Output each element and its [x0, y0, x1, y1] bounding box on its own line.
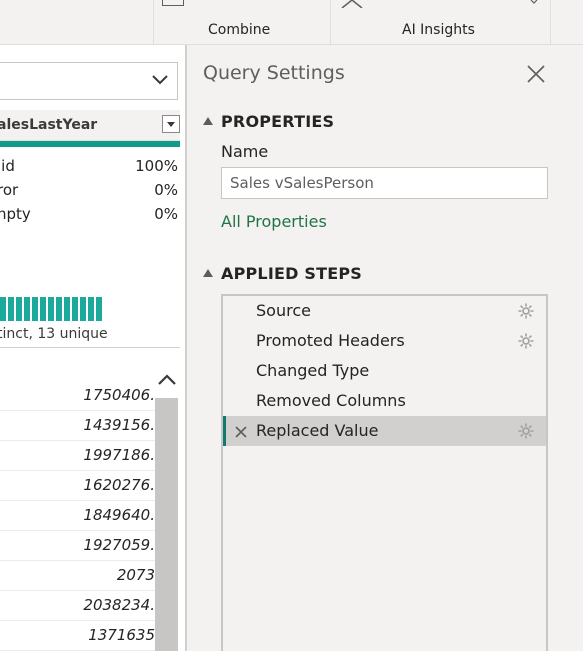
- column-quality-bar: [0, 141, 180, 147]
- collapse-triangle-icon[interactable]: [203, 269, 213, 277]
- chevron-down-icon[interactable]: [530, 0, 538, 6]
- ai-insights-icon[interactable]: [340, 0, 364, 8]
- quality-label: ror: [0, 181, 19, 199]
- table-row[interactable]: 1849640.: [0, 500, 155, 531]
- table-row[interactable]: 1750406.: [0, 380, 155, 411]
- quality-label: npty: [0, 205, 31, 223]
- query-dropdown[interactable]: [0, 62, 178, 100]
- close-icon[interactable]: [525, 63, 547, 85]
- cell-value: 1997186.: [83, 446, 155, 464]
- delete-step-icon[interactable]: [234, 424, 248, 443]
- quality-value: 100%: [135, 157, 178, 175]
- applied-step-label: Replaced Value: [256, 421, 379, 440]
- applied-step-item[interactable]: Promoted Headers: [223, 326, 546, 356]
- gear-icon[interactable]: [517, 422, 535, 444]
- cell-value: 1927059.: [83, 536, 155, 554]
- selected-step-indicator: [223, 416, 226, 446]
- table-row[interactable]: 1927059.: [0, 530, 155, 561]
- applied-step-label: Removed Columns: [256, 391, 406, 410]
- cell-value: 2038234.: [83, 596, 155, 614]
- histogram-bar[interactable]: [64, 297, 70, 321]
- applied-step-item[interactable]: Removed Columns: [223, 386, 546, 416]
- applied-step-label: Changed Type: [256, 361, 370, 380]
- quality-label: lid: [0, 157, 15, 175]
- collapse-triangle-icon[interactable]: [203, 117, 213, 125]
- column-filter-button[interactable]: [162, 115, 180, 133]
- column-header-label: alesLastYear: [0, 117, 98, 133]
- applied-step-label: Source: [256, 301, 311, 320]
- applied-step-item[interactable]: Source: [223, 296, 546, 326]
- quality-value: 0%: [154, 205, 178, 223]
- cell-value: 1849640.: [83, 506, 155, 524]
- caret-down-icon: [167, 122, 175, 127]
- quality-value: 0%: [154, 181, 178, 199]
- gear-icon[interactable]: [517, 302, 535, 324]
- histogram-bar[interactable]: [56, 297, 62, 321]
- name-label: Name: [221, 142, 269, 161]
- applied-step-label: Promoted Headers: [256, 331, 405, 350]
- scrollbar-thumb[interactable]: [155, 398, 178, 651]
- scroll-up-icon[interactable]: [157, 372, 177, 388]
- quality-valid: lid 100%: [0, 155, 178, 177]
- table-row[interactable]: 1997186.: [0, 440, 155, 471]
- quality-error: ror 0%: [0, 179, 178, 201]
- query-settings-title: Query Settings: [203, 62, 345, 84]
- applied-steps-title: APPLIED STEPS: [221, 264, 362, 283]
- histogram-bar[interactable]: [8, 297, 14, 321]
- properties-title: PROPERTIES: [221, 112, 335, 131]
- applied-step-item[interactable]: Replaced Value: [223, 416, 546, 446]
- histogram-bar[interactable]: [80, 297, 86, 321]
- histogram-bar[interactable]: [24, 297, 30, 321]
- table-divider: [0, 347, 180, 348]
- applied-step-item[interactable]: Changed Type: [223, 356, 546, 386]
- quality-empty: npty 0%: [0, 203, 178, 225]
- gear-icon[interactable]: [517, 332, 535, 354]
- histogram-bar[interactable]: [72, 297, 78, 321]
- histogram-bar[interactable]: [96, 297, 102, 321]
- ribbon-group-ai-insights: AI Insights: [402, 22, 475, 38]
- ribbon-group-combine: Combine: [208, 22, 271, 38]
- histogram-bar[interactable]: [32, 297, 38, 321]
- cell-value: 1439156.: [83, 416, 155, 434]
- histogram-bar[interactable]: [16, 297, 22, 321]
- table-row[interactable]: 1620276.: [0, 470, 155, 501]
- cell-value: 1750406.: [83, 386, 155, 404]
- ribbon-separator: [330, 0, 331, 44]
- table-row[interactable]: 1439156.: [0, 410, 155, 441]
- chevron-down-icon: [152, 75, 168, 85]
- distinct-count: tinct, 13 unique: [0, 326, 108, 342]
- all-properties-link[interactable]: All Properties: [221, 212, 327, 231]
- ribbon-separator: [550, 0, 551, 44]
- cell-value: 1371635: [88, 626, 155, 644]
- table-row[interactable]: 2038234.: [0, 590, 155, 621]
- table-row[interactable]: 2073: [0, 560, 155, 591]
- histogram-bar[interactable]: [0, 297, 6, 321]
- histogram-bar[interactable]: [88, 297, 94, 321]
- query-name-input[interactable]: [221, 167, 548, 199]
- histogram-bar[interactable]: [48, 297, 54, 321]
- table-row[interactable]: 1371635: [0, 620, 155, 651]
- cell-value: 1620276.: [83, 476, 155, 494]
- histogram-bar[interactable]: [40, 297, 46, 321]
- cell-value: 2073: [116, 566, 155, 584]
- column-header[interactable]: alesLastYear: [0, 110, 180, 141]
